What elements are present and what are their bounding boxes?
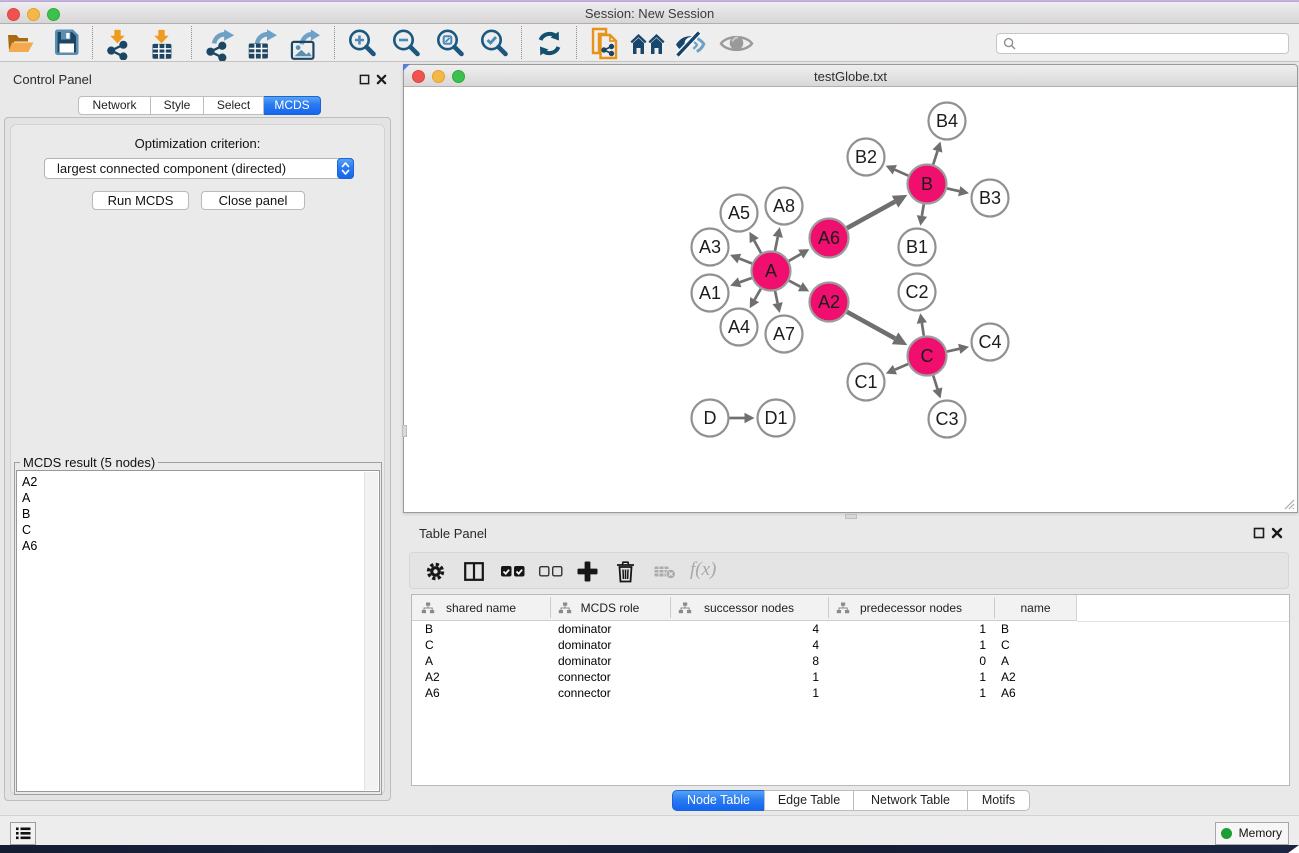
- svg-text:C4: C4: [978, 332, 1001, 352]
- svg-text:D: D: [704, 408, 717, 428]
- svg-text:A1: A1: [699, 283, 721, 303]
- svg-text:A3: A3: [699, 237, 721, 257]
- svg-text:B: B: [921, 174, 933, 194]
- svg-text:A6: A6: [818, 228, 840, 248]
- svg-text:C: C: [921, 346, 934, 366]
- svg-text:A: A: [765, 261, 777, 281]
- svg-text:A4: A4: [728, 317, 750, 337]
- svg-text:C3: C3: [935, 409, 958, 429]
- svg-text:A5: A5: [728, 203, 750, 223]
- svg-text:C2: C2: [905, 282, 928, 302]
- svg-text:C1: C1: [854, 372, 877, 392]
- svg-text:A2: A2: [818, 292, 840, 312]
- svg-text:B2: B2: [855, 147, 877, 167]
- svg-text:A7: A7: [773, 324, 795, 344]
- svg-text:B1: B1: [906, 237, 928, 257]
- svg-text:A8: A8: [773, 196, 795, 216]
- svg-text:D1: D1: [764, 408, 787, 428]
- svg-text:B4: B4: [936, 111, 958, 131]
- svg-text:B3: B3: [979, 188, 1001, 208]
